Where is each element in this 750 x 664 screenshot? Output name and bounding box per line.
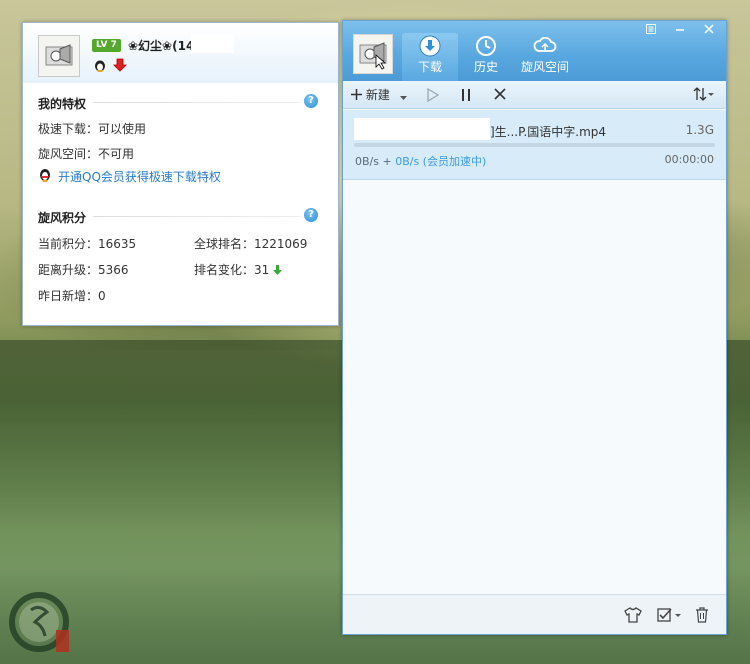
minimize-button[interactable] bbox=[668, 23, 692, 41]
rank-change: 排名变化：31 bbox=[194, 261, 283, 278]
qq-penguin-icon bbox=[40, 169, 50, 182]
minimize-icon bbox=[676, 29, 684, 31]
new-yesterday: 昨日新增：0 bbox=[38, 289, 106, 303]
skin-button[interactable] bbox=[639, 23, 663, 41]
qq-vip-link[interactable]: 开通QQ会员获得极速下载特权 bbox=[58, 168, 221, 185]
tab-label: 旋风空间 bbox=[520, 60, 569, 74]
rank-change-text: 排名变化：31 bbox=[194, 263, 270, 277]
download-toolbar: 新建 bbox=[343, 81, 726, 109]
download-header: 下载 历史 旋风空间 bbox=[343, 21, 726, 81]
vip-accel-speed[interactable]: 0B/s (会员加速中) bbox=[395, 155, 486, 168]
skin-icon bbox=[646, 24, 656, 34]
watermark-logo bbox=[9, 592, 69, 652]
level-badge: LV 7 bbox=[92, 39, 121, 52]
delete-task-button[interactable] bbox=[494, 88, 506, 103]
points-to-upgrade: 距离升级：5366 bbox=[38, 263, 129, 277]
task-remaining-time: 00:00:00 bbox=[664, 153, 714, 166]
sort-icon bbox=[693, 87, 714, 101]
privilege-section-title: 我的特权 bbox=[38, 97, 87, 111]
qq-penguin-icon[interactable] bbox=[93, 58, 107, 72]
points-section-title: 旋风积分 bbox=[38, 211, 87, 225]
plus-icon bbox=[351, 89, 362, 100]
global-rank: 全球排名：1221069 bbox=[194, 237, 308, 251]
task-filename: ]生...P.国语中字.mp4 bbox=[490, 125, 607, 139]
avatar[interactable] bbox=[353, 34, 393, 74]
new-task-dropdown[interactable] bbox=[400, 90, 407, 104]
task-name-redaction bbox=[354, 118, 490, 140]
pause-button[interactable] bbox=[460, 88, 472, 105]
download-window: 下载 历史 旋风空间 新建]生...P.国语中字.mp4 1.3G 0B/s … bbox=[342, 20, 727, 635]
trash-button[interactable] bbox=[695, 607, 709, 627]
chevron-down-icon bbox=[400, 96, 407, 100]
tab-label: 历史 bbox=[473, 60, 498, 74]
avatar[interactable] bbox=[38, 35, 80, 77]
help-icon[interactable]: ? bbox=[304, 94, 318, 108]
task-speed: 0B/s + 0B/s (会员加速中) bbox=[355, 153, 486, 169]
arrow-down-green-icon bbox=[273, 265, 283, 275]
download-arrow-red-icon[interactable] bbox=[113, 58, 127, 72]
section-divider bbox=[93, 216, 301, 217]
close-icon bbox=[704, 24, 714, 34]
clock-icon bbox=[476, 36, 496, 56]
task-size: 1.3G bbox=[685, 123, 714, 137]
tab-cyclone-space[interactable]: 旋风空间 bbox=[514, 33, 576, 81]
skin-shirt-button[interactable] bbox=[624, 607, 642, 627]
close-button[interactable] bbox=[697, 23, 721, 41]
task-row[interactable]: ]生...P.国语中字.mp4 1.3G 0B/s + 0B/s (会员加速中)… bbox=[343, 110, 726, 180]
avatar-image bbox=[45, 44, 73, 66]
tab-label: 下载 bbox=[417, 60, 442, 74]
user-info-header: LV 7 ❀幻尘❀(14 bbox=[23, 23, 338, 83]
new-task-label: 新建 bbox=[365, 88, 390, 102]
user-info-panel: LV 7 ❀幻尘❀(14 我的特权 ? 极速下载：可以使用 旋风空间：不可用 开… bbox=[22, 22, 339, 326]
tab-history[interactable]: 历史 bbox=[458, 33, 514, 81]
fast-download-status: 极速下载：可以使用 bbox=[38, 122, 147, 136]
download-speed: 0B/s bbox=[355, 155, 379, 168]
download-icon bbox=[419, 35, 441, 57]
shirt-icon bbox=[624, 607, 642, 623]
cyclone-space-status: 旋风空间：不可用 bbox=[38, 147, 135, 161]
pause-icon bbox=[462, 89, 470, 101]
select-all-button[interactable] bbox=[657, 607, 683, 627]
username: ❀幻尘❀(14 bbox=[128, 39, 195, 53]
task-list-empty-area bbox=[343, 180, 726, 595]
help-icon[interactable]: ? bbox=[304, 208, 318, 222]
trash-icon bbox=[696, 607, 708, 623]
current-points: 当前积分：16635 bbox=[38, 237, 137, 251]
download-footer bbox=[343, 594, 726, 634]
task-progress-bar bbox=[354, 143, 715, 147]
username-redaction bbox=[191, 34, 234, 53]
play-icon bbox=[427, 87, 440, 103]
tab-download[interactable]: 下载 bbox=[402, 33, 458, 81]
speed-plus: + bbox=[378, 155, 396, 168]
avatar-image bbox=[359, 42, 387, 70]
section-divider bbox=[93, 102, 301, 103]
new-task-button[interactable]: 新建 bbox=[351, 86, 390, 103]
checkbox-icon bbox=[657, 608, 681, 622]
cloud-icon bbox=[533, 36, 557, 52]
start-button[interactable] bbox=[427, 87, 440, 105]
sort-button[interactable] bbox=[693, 87, 715, 104]
close-icon bbox=[494, 88, 506, 100]
